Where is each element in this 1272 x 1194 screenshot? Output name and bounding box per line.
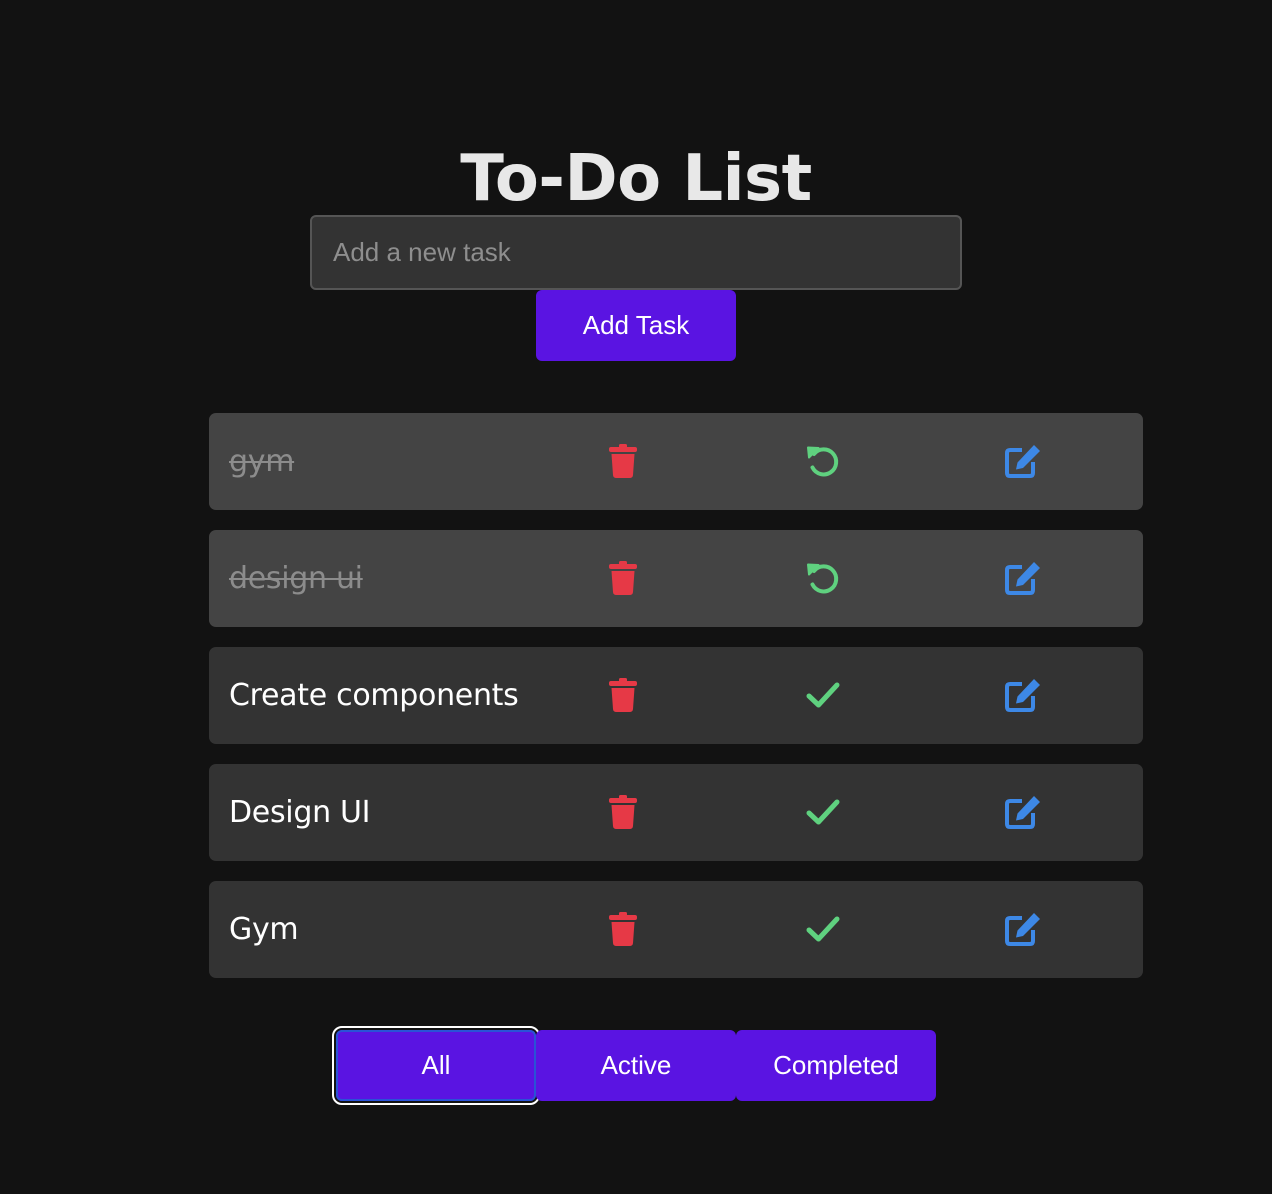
add-task-button[interactable]: Add Task — [536, 290, 736, 361]
check-icon — [806, 799, 840, 825]
task-row: Design UI — [209, 764, 1143, 861]
task-text: Design UI — [229, 795, 371, 830]
edit-icon — [1005, 796, 1040, 829]
trash-icon — [609, 795, 637, 829]
filter-all-button[interactable]: All — [332, 1026, 540, 1105]
delete-task-button[interactable] — [603, 558, 643, 598]
edit-task-button[interactable] — [1003, 675, 1043, 715]
complete-task-button[interactable] — [803, 909, 843, 949]
task-text: design ui — [229, 561, 363, 596]
filter-completed-button[interactable]: Completed — [736, 1030, 936, 1101]
filter-active-button[interactable]: Active — [536, 1030, 736, 1101]
undo-task-button[interactable] — [803, 558, 843, 598]
undo-icon — [807, 563, 839, 594]
edit-icon — [1005, 562, 1040, 595]
edit-icon — [1005, 679, 1040, 712]
task-row: gym — [209, 413, 1143, 510]
task-row: Create components — [209, 647, 1143, 744]
task-row: Gym — [209, 881, 1143, 978]
task-text: gym — [229, 444, 295, 479]
undo-task-button[interactable] — [803, 441, 843, 481]
trash-icon — [609, 561, 637, 595]
complete-task-button[interactable] — [803, 675, 843, 715]
edit-task-button[interactable] — [1003, 792, 1043, 832]
task-text: Create components — [229, 678, 519, 713]
complete-task-button[interactable] — [803, 792, 843, 832]
check-icon — [806, 682, 840, 708]
edit-icon — [1005, 913, 1040, 946]
trash-icon — [609, 678, 637, 712]
page-title: To-Do List — [460, 141, 812, 216]
task-list: gym design ui Create components Design U… — [209, 413, 1143, 998]
delete-task-button[interactable] — [603, 792, 643, 832]
trash-icon — [609, 912, 637, 946]
task-row: design ui — [209, 530, 1143, 627]
delete-task-button[interactable] — [603, 909, 643, 949]
edit-task-button[interactable] — [1003, 558, 1043, 598]
undo-icon — [807, 446, 839, 477]
trash-icon — [609, 444, 637, 478]
edit-icon — [1005, 445, 1040, 478]
edit-task-button[interactable] — [1003, 441, 1043, 481]
check-icon — [806, 916, 840, 942]
task-text: Gym — [229, 912, 299, 947]
delete-task-button[interactable] — [603, 675, 643, 715]
new-task-input[interactable] — [310, 215, 962, 290]
delete-task-button[interactable] — [603, 441, 643, 481]
edit-task-button[interactable] — [1003, 909, 1043, 949]
